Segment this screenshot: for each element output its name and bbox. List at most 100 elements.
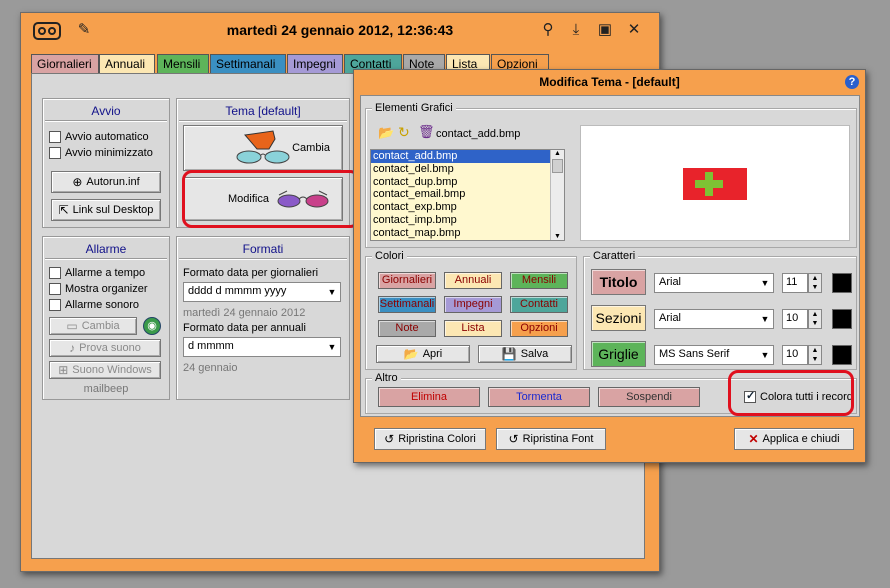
delete-button[interactable]: Elimina [378, 387, 480, 407]
title-size-stepper[interactable]: ▲ ▼ [808, 273, 822, 293]
grids-size-input[interactable]: 10 [782, 345, 808, 365]
color-button-annuali[interactable]: Annuali [444, 272, 502, 289]
list-item[interactable]: contact_exp.bmp [371, 201, 564, 214]
minimized-checkbox[interactable]: Avvio minimizzato [49, 145, 153, 160]
timed-alarm-checkbox[interactable]: Allarme a tempo [49, 265, 145, 280]
desktop-link-button[interactable]: ⇱ Link sul Desktop [51, 199, 161, 221]
windows-sound-button[interactable]: ⊞ Suono Windows [49, 361, 161, 379]
caratteri-group: Caratteri Titolo Arial ▼ 11 ▲ ▼ Sezioni Ar… [583, 250, 857, 370]
chevron-down-icon[interactable]: ▼ [812, 356, 819, 363]
color-button-impegni[interactable]: Impegni [444, 296, 502, 313]
shortcut-icon: ⇱ [58, 203, 69, 217]
speaker-icon: ♪ [69, 341, 76, 355]
restore-font-button[interactable]: ↺ Ripristina Font [496, 428, 606, 450]
chevron-up-icon[interactable]: ▲ [812, 275, 819, 282]
color-button-lista[interactable]: Lista [444, 320, 502, 337]
list-item[interactable]: contact_add.bmp [371, 150, 564, 163]
colori-legend: Colori [372, 250, 407, 262]
sections-size-stepper[interactable]: ▲ ▼ [808, 309, 822, 329]
pin-icon[interactable]: ✎ [75, 21, 93, 39]
download-icon[interactable]: ⤓ [567, 21, 585, 39]
maximize-icon[interactable]: ▣ [596, 21, 614, 39]
list-item[interactable]: contact_dup.bmp [371, 176, 564, 189]
grids-color-swatch[interactable] [832, 345, 852, 365]
restore-colors-button[interactable]: ↺ Ripristina Colori [374, 428, 486, 450]
list-item[interactable]: contact_email.bmp [371, 188, 564, 201]
color-button-giornalieri[interactable]: Giornalieri [378, 272, 436, 289]
title-font-select[interactable]: Arial ▼ [654, 273, 774, 293]
auto-start-checkbox[interactable]: Avvio automatico [49, 129, 149, 144]
tab-settimanali[interactable]: Settimanali [210, 54, 286, 74]
file-list[interactable]: contact_add.bmp contact_del.bmp contact_… [370, 149, 565, 241]
sound-alarm-checkbox[interactable]: Allarme sonoro [49, 297, 139, 312]
sections-font-select[interactable]: Arial ▼ [654, 309, 774, 329]
storm-button[interactable]: Tormenta [488, 387, 590, 407]
list-item[interactable]: contact_map.bmp [371, 227, 564, 240]
tab-mensili[interactable]: Mensili [157, 54, 209, 74]
sunglasses-icon [236, 130, 290, 164]
scroll-up-icon[interactable]: ▲ [551, 150, 564, 157]
grids-font-swatch[interactable]: Griglie [591, 341, 646, 367]
restore-icon: ↺ [384, 432, 395, 446]
chevron-down-icon: ▼ [760, 350, 770, 360]
grids-size-stepper[interactable]: ▲ ▼ [808, 345, 822, 365]
elementi-grafici-group: Elementi Grafici 📂 ↻ 🗑 contact_add.bmp c… [365, 102, 857, 248]
save-button[interactable]: 💾 Salva [478, 345, 572, 363]
sections-size-input[interactable]: 10 [782, 309, 808, 329]
title-font-swatch[interactable]: Titolo [591, 269, 646, 295]
color-button-opzioni[interactable]: Opzioni [510, 320, 568, 337]
grids-font-select[interactable]: MS Sans Serif ▼ [654, 345, 774, 365]
chevron-down-icon[interactable]: ▼ [812, 320, 819, 327]
list-item[interactable]: contact_del.bmp [371, 163, 564, 176]
close-icon[interactable]: ✕ [625, 21, 643, 39]
floppy-icon: 💾 [501, 347, 517, 361]
color-button-settimanali[interactable]: Settimanali [378, 296, 436, 313]
sections-font-swatch[interactable]: Sezioni [591, 305, 646, 331]
refresh-icon[interactable]: ↻ [398, 124, 410, 141]
daily-format-select[interactable]: dddd d mmmm yyyy ▼ [183, 282, 341, 302]
annual-format-select[interactable]: d mmmm ▼ [183, 337, 341, 357]
title-bar: ✎ martedì 24 gennaio 2012, 12:36:43 ⚲ ⤓ … [21, 13, 659, 47]
chevron-down-icon: ▼ [327, 342, 337, 352]
color-button-note[interactable]: Note [378, 320, 436, 337]
chevron-up-icon[interactable]: ▲ [812, 347, 819, 354]
open-button[interactable]: 📂 Apri [376, 345, 470, 363]
scroll-down-icon[interactable]: ▼ [551, 233, 564, 240]
title-size-input[interactable]: 11 [782, 273, 808, 293]
tema-title: Tema [default] [179, 101, 347, 121]
tab-giornalieri[interactable]: Giornalieri [31, 54, 99, 74]
open-folder-icon[interactable]: 📂 [378, 125, 394, 141]
window-title: martedì 24 gennaio 2012, 12:36:43 [226, 22, 454, 38]
info-icon[interactable]: ⚲ [539, 21, 557, 39]
tab-impegni[interactable]: Impegni [287, 54, 343, 74]
checkbox-box [49, 282, 61, 295]
elementi-grafici-legend: Elementi Grafici [372, 102, 456, 114]
autorun-button[interactable]: ⊕ Autorun.inf [51, 171, 161, 193]
altro-legend: Altro [372, 372, 401, 384]
edit-theme-dialog: Modifica Tema - [default] ? Elementi Gra… [353, 69, 866, 463]
suspend-button[interactable]: Sospendi [598, 387, 700, 407]
title-color-swatch[interactable] [832, 273, 852, 293]
color-button-contatti[interactable]: Contatti [510, 296, 568, 313]
checkbox-box [49, 130, 61, 143]
scroll-thumb[interactable] [552, 159, 563, 173]
help-icon[interactable]: ? [845, 75, 859, 89]
show-organizer-checkbox[interactable]: Mostra organizer [49, 281, 148, 296]
chevron-down-icon[interactable]: ▼ [812, 284, 819, 291]
image-preview [580, 125, 850, 241]
test-sound-button[interactable]: ♪ Prova suono [49, 339, 161, 357]
trash-icon[interactable]: 🗑 [418, 124, 435, 140]
formati-group: Formati Formato data per giornalieri ddd… [176, 236, 350, 400]
apply-close-button[interactable]: ✕ Applica e chiudi [734, 428, 854, 450]
folder-icon: ▭ [66, 319, 78, 333]
change-sound-button[interactable]: ▭ Cambia [49, 317, 137, 335]
color-button-mensili[interactable]: Mensili [510, 272, 568, 289]
file-list-scrollbar[interactable]: ▲ ▼ [550, 150, 564, 240]
windows-icon: ⊞ [58, 363, 69, 377]
tab-annuali[interactable]: Annuali [99, 54, 155, 74]
chevron-up-icon[interactable]: ▲ [812, 311, 819, 318]
app-logo-icon[interactable] [33, 22, 61, 40]
list-item[interactable]: contact_imp.bmp [371, 214, 564, 227]
sound-globe-icon[interactable]: ◉ [143, 317, 161, 335]
sections-color-swatch[interactable] [832, 309, 852, 329]
